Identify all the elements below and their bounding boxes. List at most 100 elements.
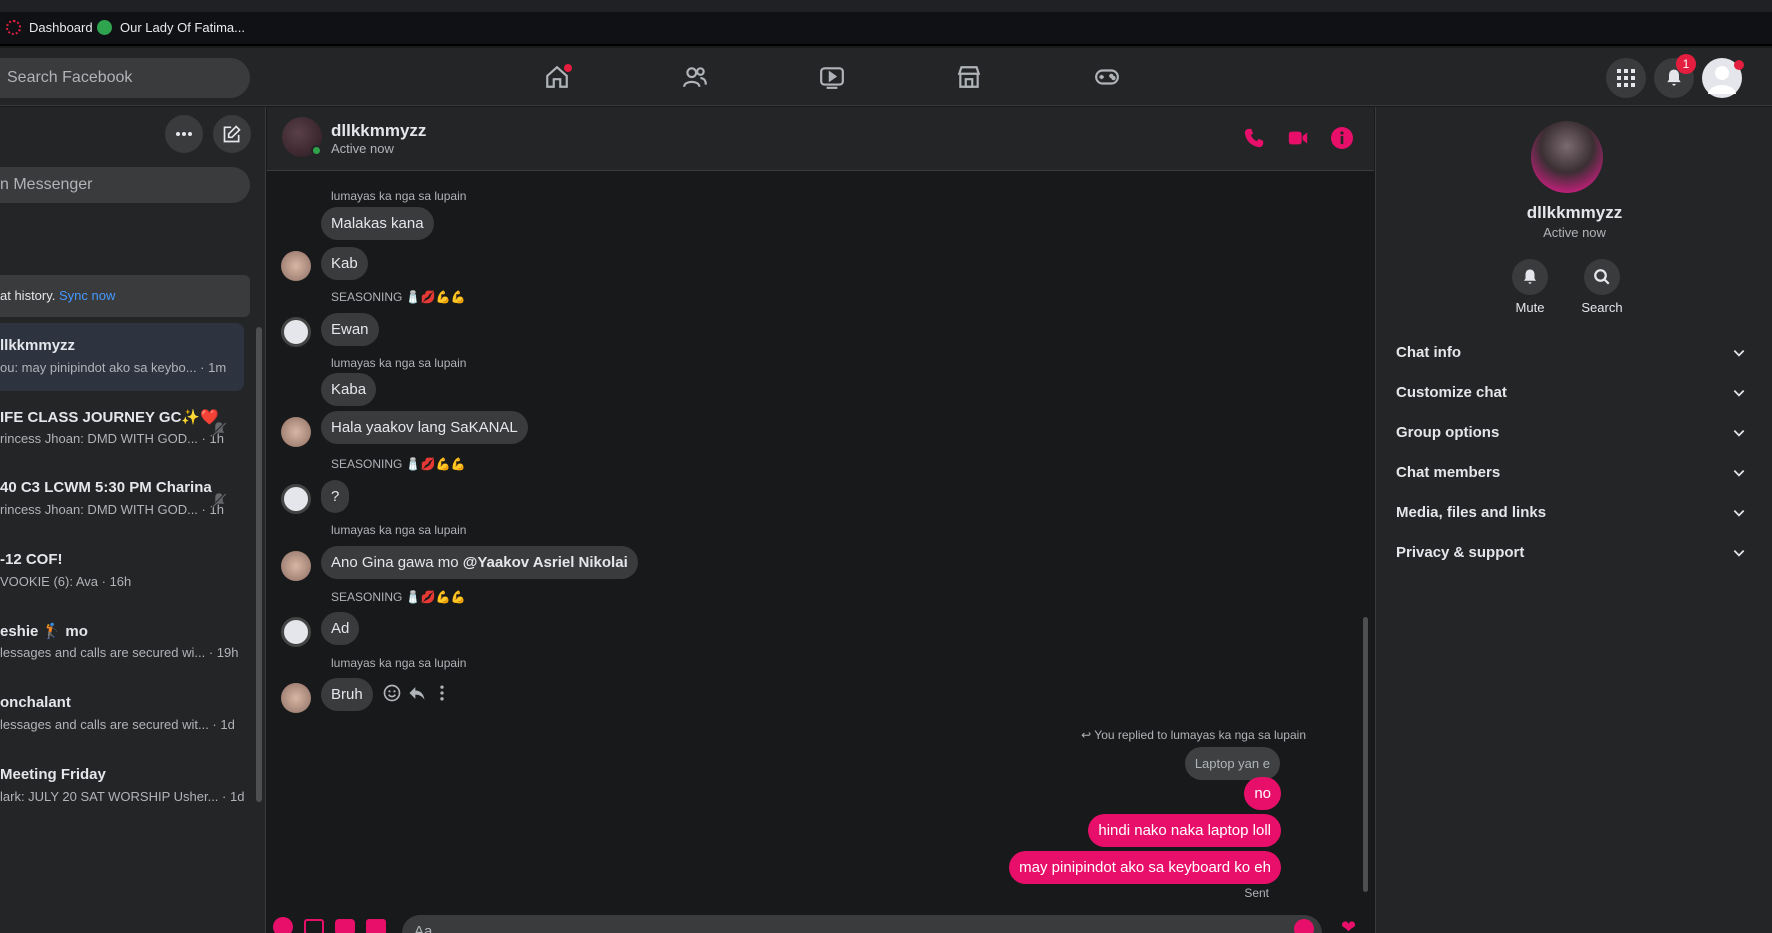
account-avatar[interactable] bbox=[1702, 58, 1744, 98]
browser-tab-strip bbox=[0, 0, 1772, 12]
my-message-bubble[interactable]: may pinipindot ako sa keyboard ko eh bbox=[1009, 851, 1281, 884]
sender-avatar[interactable] bbox=[281, 317, 311, 347]
sender-avatar[interactable] bbox=[281, 683, 311, 713]
message-bubble[interactable]: Ad bbox=[321, 612, 360, 645]
section-chat-members[interactable]: Chat members bbox=[1396, 458, 1746, 488]
compose-icon bbox=[223, 125, 241, 143]
section-group-options[interactable]: Group options bbox=[1396, 418, 1746, 448]
message-bubble[interactable]: ? bbox=[321, 480, 350, 513]
info-icon[interactable] bbox=[1330, 126, 1354, 150]
profile-name: dllkkmmyzz bbox=[1526, 203, 1623, 222]
section-privacy-support[interactable]: Privacy & support bbox=[1396, 538, 1746, 568]
reply-icon[interactable] bbox=[407, 683, 427, 703]
chevron-down-icon bbox=[1733, 470, 1745, 477]
new-message-button[interactable] bbox=[213, 115, 251, 153]
watch-icon[interactable] bbox=[817, 62, 847, 92]
photo-icon[interactable] bbox=[304, 919, 324, 933]
search-icon bbox=[1594, 269, 1610, 285]
reply-indicator: ↩ You replied to lumayas ka nga sa lupai… bbox=[1081, 728, 1306, 742]
friends-icon[interactable] bbox=[680, 62, 710, 92]
gaming-icon[interactable] bbox=[1092, 62, 1122, 92]
message-bubble[interactable]: Hala yaakov lang SaKANAL bbox=[321, 411, 528, 444]
contact-name[interactable]: dllkkmmyzz bbox=[331, 121, 426, 141]
composer-bar: Aa ❤ bbox=[267, 907, 1374, 933]
sync-now-link[interactable]: Sync now bbox=[59, 288, 115, 303]
quoted-message[interactable]: Laptop yan e bbox=[1184, 747, 1280, 780]
emoji-icon[interactable] bbox=[1294, 919, 1314, 933]
sender-avatar[interactable] bbox=[281, 417, 311, 447]
chat-list-scrollbar[interactable] bbox=[256, 327, 262, 802]
mention-link[interactable]: @Yaakov Asriel Nikolai bbox=[463, 554, 628, 571]
conversation-header: dllkkmmyzz Active now bbox=[267, 107, 1374, 171]
conversation-item[interactable]: eshie 🏌 mo lessages and calls are secure… bbox=[0, 608, 244, 676]
conversation-name: IFE CLASS JOURNEY GC✨❤️ bbox=[0, 409, 219, 426]
sticker-icon[interactable] bbox=[335, 919, 355, 933]
muted-bell-icon bbox=[211, 492, 227, 508]
bookmark-our-lady-of-fatima[interactable]: Our Lady Of Fatima... bbox=[97, 20, 245, 35]
heart-icon[interactable]: ❤ bbox=[1341, 917, 1356, 933]
message-bubble[interactable]: Ano Gina gawa mo @Yaakov Asriel Nikolai bbox=[321, 546, 638, 579]
conversation-preview: ou: may pinipindot ako sa keybo... · 1m bbox=[0, 360, 227, 375]
chevron-down-icon bbox=[1733, 390, 1745, 397]
account-notification-dot bbox=[1734, 60, 1744, 70]
sender-avatar[interactable] bbox=[281, 617, 311, 647]
message-bubble[interactable]: Kab bbox=[321, 247, 368, 280]
grid-icon bbox=[1617, 69, 1635, 87]
gif-icon[interactable] bbox=[366, 919, 386, 933]
conversation-item[interactable]: llkkmmyzz ou: may pinipindot ako sa keyb… bbox=[0, 323, 244, 391]
phone-icon[interactable] bbox=[1243, 127, 1265, 149]
more-options-button[interactable] bbox=[165, 115, 203, 153]
conversation-preview: rincess Jhoan: DMD WITH GOD... · 1h bbox=[0, 431, 224, 446]
more-vertical-icon[interactable] bbox=[432, 683, 452, 703]
message-bubble[interactable]: Ewan bbox=[321, 313, 379, 346]
profile-avatar[interactable] bbox=[1531, 121, 1603, 193]
plus-icon[interactable] bbox=[273, 917, 293, 933]
section-chat-info[interactable]: Chat info bbox=[1396, 338, 1746, 368]
home-notification-dot bbox=[564, 64, 572, 72]
chevron-down-icon bbox=[1733, 510, 1745, 517]
search-messenger-input[interactable]: n Messenger bbox=[0, 167, 250, 203]
muted-bell-icon bbox=[211, 421, 227, 437]
section-customize-chat[interactable]: Customize chat bbox=[1396, 378, 1746, 408]
message-bubble[interactable]: Bruh bbox=[321, 678, 373, 711]
marketplace-icon[interactable] bbox=[954, 62, 984, 92]
conversation-preview: rincess Jhoan: DMD WITH GOD... · 1h bbox=[0, 502, 224, 517]
message-sender: SEASONING 🧂💋💪💪 bbox=[331, 590, 466, 604]
conversation-item[interactable]: onchalant lessages and calls are secured… bbox=[0, 680, 244, 748]
sender-avatar[interactable] bbox=[281, 551, 311, 581]
my-message-bubble[interactable]: hindi nako naka laptop loll bbox=[1088, 814, 1281, 847]
conversation-item[interactable]: IFE CLASS JOURNEY GC✨❤️ rincess Jhoan: D… bbox=[0, 394, 244, 462]
online-indicator bbox=[311, 145, 322, 156]
react-emoji-icon[interactable] bbox=[382, 683, 402, 703]
section-label: Customize chat bbox=[1396, 384, 1507, 401]
section-label: Privacy & support bbox=[1396, 544, 1525, 561]
message-bubble[interactable]: Malakas kana bbox=[321, 207, 434, 240]
section-media-files-links[interactable]: Media, files and links bbox=[1396, 498, 1746, 528]
message-input[interactable]: Aa bbox=[402, 915, 1322, 933]
notifications-button[interactable]: 1 bbox=[1654, 54, 1696, 98]
sender-avatar[interactable] bbox=[281, 484, 311, 514]
section-label: Media, files and links bbox=[1396, 504, 1547, 521]
menu-grid-button[interactable] bbox=[1606, 58, 1646, 98]
my-message-bubble[interactable]: no bbox=[1244, 777, 1281, 810]
conversation-scrollbar[interactable] bbox=[1363, 617, 1368, 892]
section-label: Chat members bbox=[1396, 464, 1501, 481]
fatima-favicon-icon bbox=[97, 20, 112, 35]
conversation-item[interactable]: -12 COF! VOOKIE (6): Ava · 16h bbox=[0, 537, 244, 605]
search-placeholder: Search Facebook bbox=[7, 69, 133, 86]
search-facebook-input[interactable]: Search Facebook bbox=[0, 58, 250, 98]
sender-avatar[interactable] bbox=[281, 251, 311, 281]
video-call-icon[interactable] bbox=[1287, 127, 1309, 149]
search-in-conversation-button[interactable] bbox=[1584, 259, 1620, 295]
bookmark-label: Dashboard bbox=[29, 20, 93, 35]
conversation-item[interactable]: 40 C3 LCWM 5:30 PM Charina rincess Jhoan… bbox=[0, 465, 244, 533]
chevron-down-icon bbox=[1733, 430, 1745, 437]
conversation-preview: lessages and calls are secured wi... · 1… bbox=[0, 645, 239, 660]
home-icon[interactable] bbox=[542, 62, 572, 92]
conversation-name: onchalant bbox=[0, 694, 71, 711]
message-bubble[interactable]: Kaba bbox=[321, 373, 377, 406]
bookmark-dashboard[interactable]: Dashboard bbox=[6, 20, 93, 35]
profile-status: Active now bbox=[1543, 225, 1606, 240]
mute-button[interactable] bbox=[1512, 259, 1548, 295]
conversation-item[interactable]: Meeting Friday lark: JULY 20 SAT WORSHIP… bbox=[0, 752, 244, 820]
